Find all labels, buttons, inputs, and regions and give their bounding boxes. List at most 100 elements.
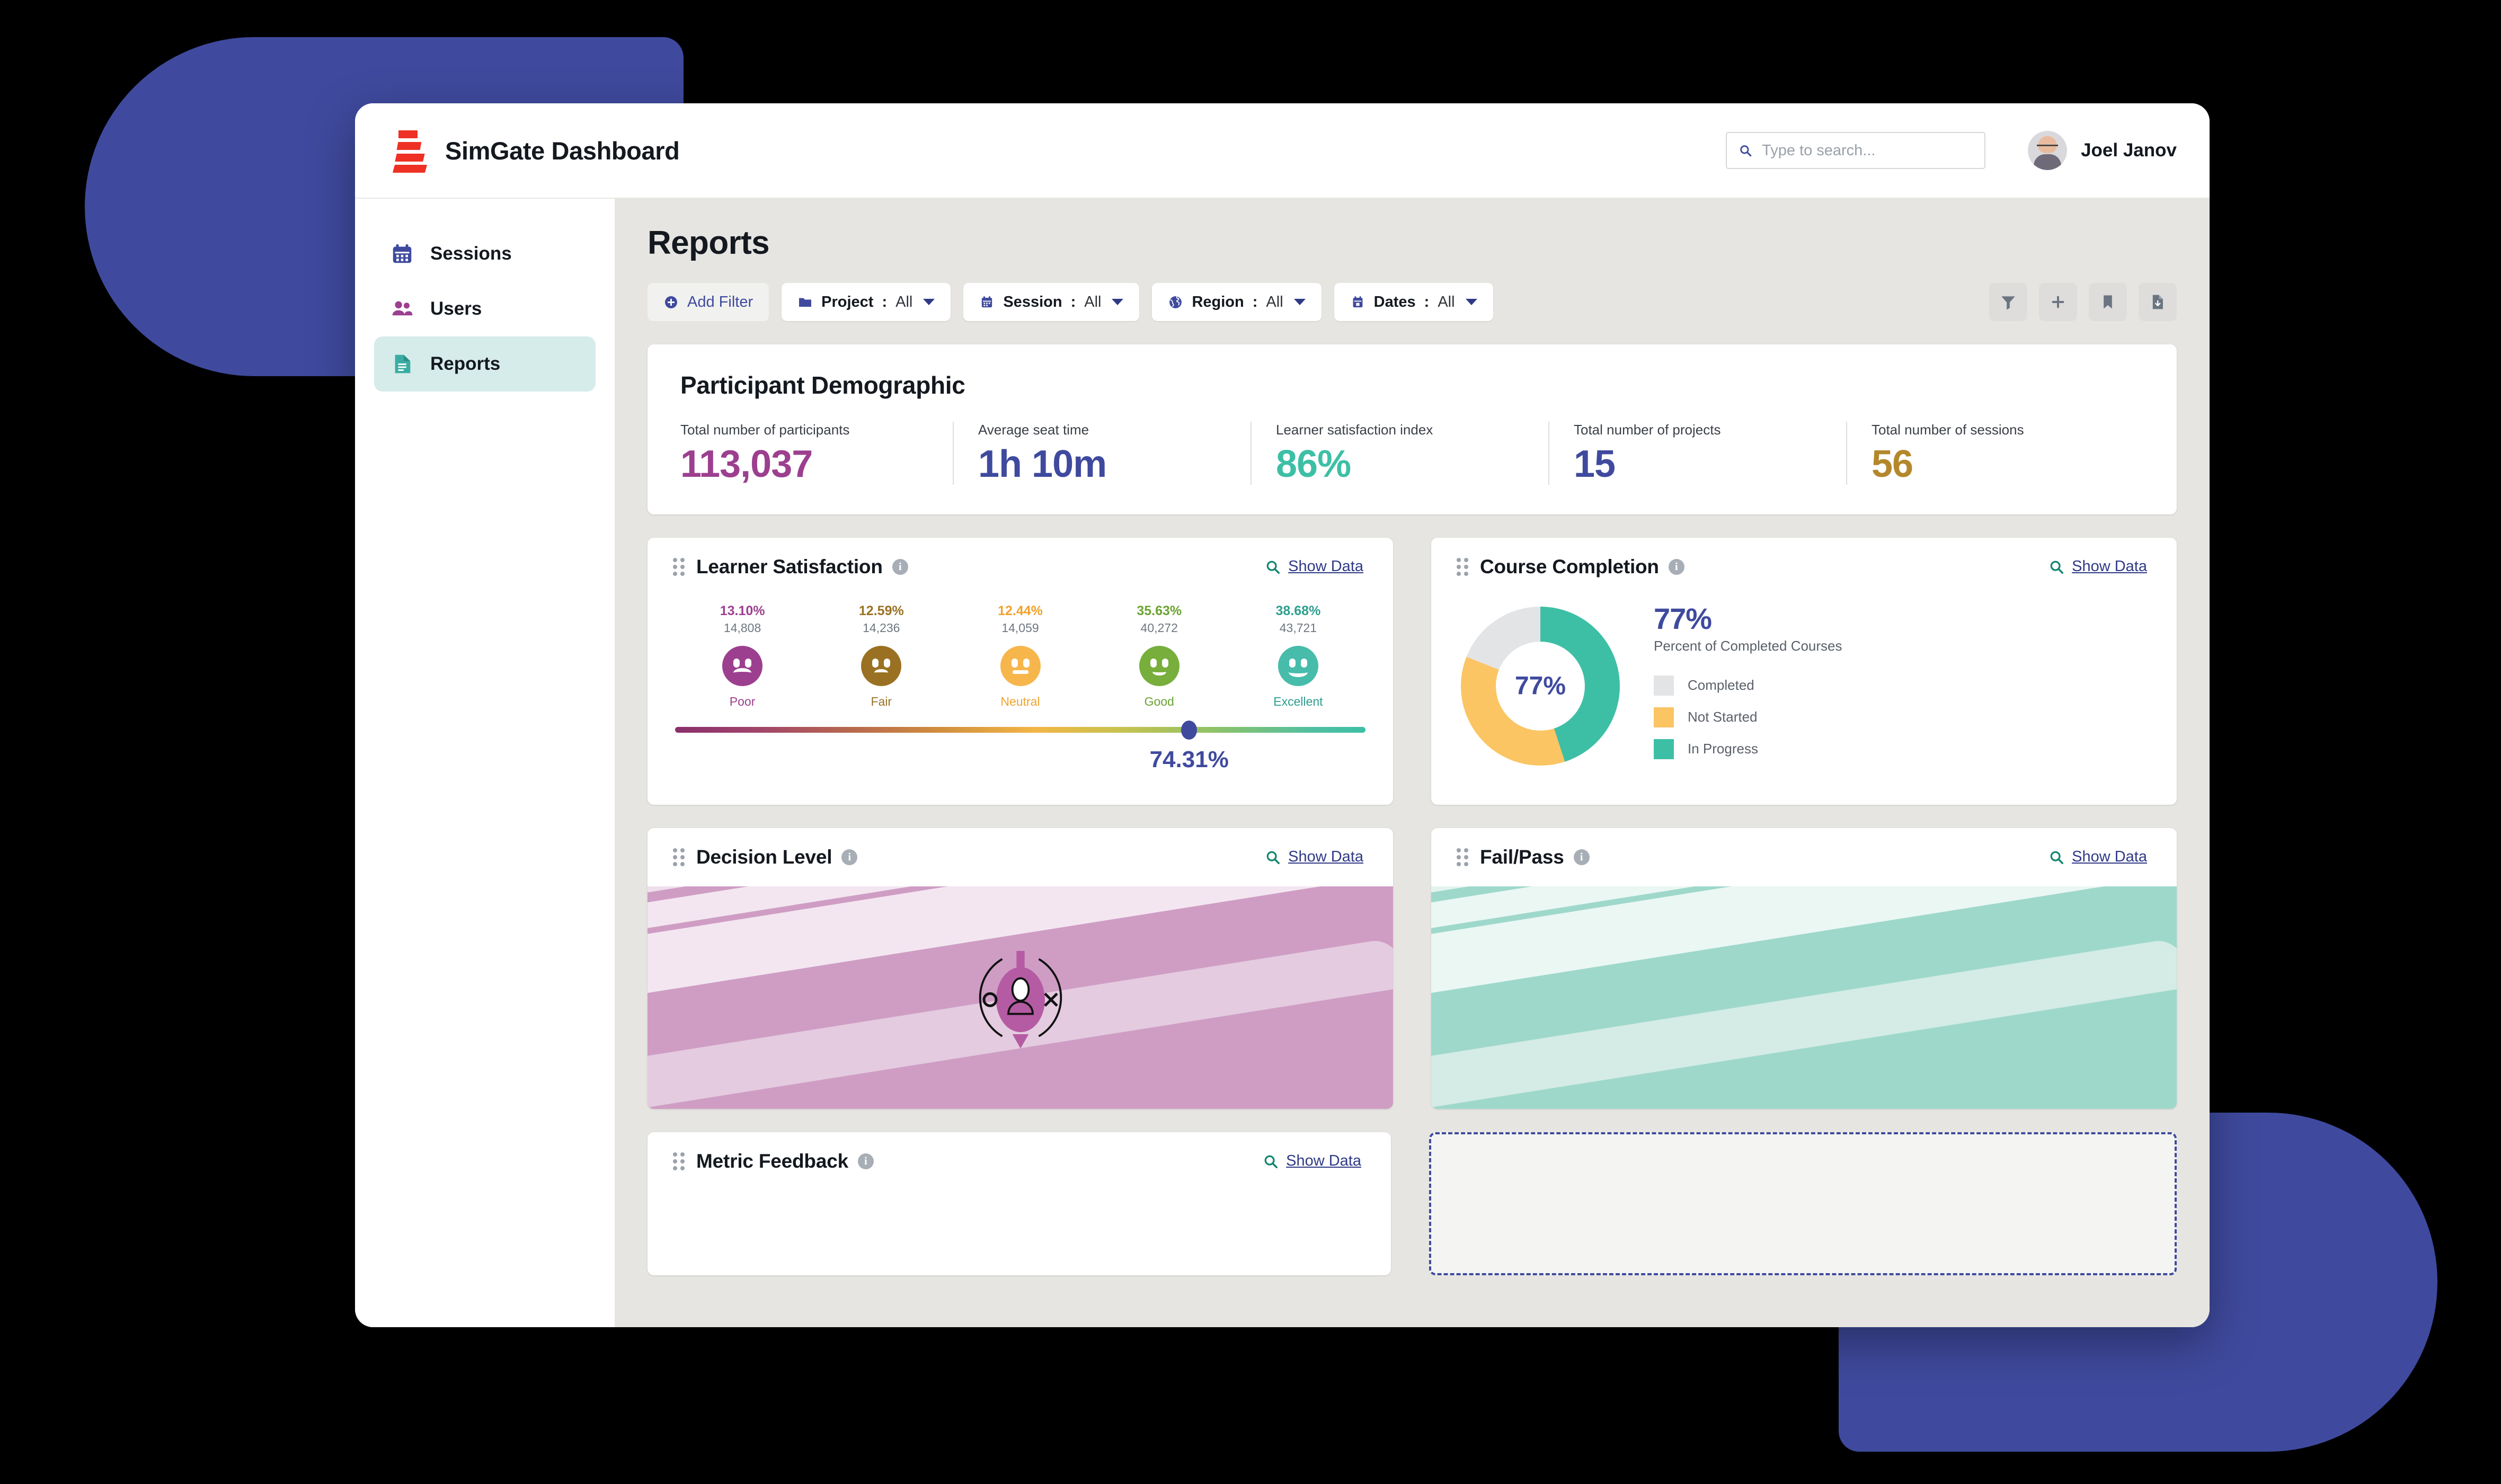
kpi-label: Total number of sessions: [1872, 422, 2024, 438]
export-toolbar-button[interactable]: [2139, 283, 2177, 321]
search-icon: [2050, 851, 2064, 864]
gauge-thumb[interactable]: [1181, 720, 1198, 740]
funnel-filter-icon: [2001, 296, 2015, 310]
filter-chip-session[interactable]: Session: All: [963, 283, 1140, 321]
filter-chip-name: Project: [821, 293, 874, 310]
drag-handle-icon[interactable]: [673, 848, 685, 866]
info-icon[interactable]: i: [1668, 558, 1684, 575]
calendar-icon: [393, 244, 412, 263]
brand[interactable]: SimGate Dashboard: [391, 129, 680, 173]
kpi-label: Total number of projects: [1574, 422, 1721, 438]
info-icon[interactable]: i: [841, 849, 858, 865]
top-bar-right: Type to search... Joel Janov: [1726, 131, 2177, 170]
filter-toolbar-button[interactable]: [1989, 283, 2027, 321]
add-toolbar-button[interactable]: [2039, 283, 2077, 321]
learner-satisfaction-body: 13.10% 14,808 Poor 12.59% 14,236 Fair 12…: [648, 596, 1393, 805]
gauge-track: [675, 726, 1365, 733]
fail-pass-illustration: [1431, 886, 2177, 1109]
user-name: Joel Janov: [2081, 140, 2177, 161]
face-percent: 12.59%: [858, 603, 904, 618]
chevron-down-icon: [923, 299, 935, 305]
widget-row-2: Decision Level i Show Data Fail/Pass i S…: [648, 828, 2177, 1109]
kpi-value: 56: [1872, 443, 1913, 485]
bookmark-toolbar-button[interactable]: [2089, 283, 2127, 321]
drag-handle-icon[interactable]: [673, 557, 685, 576]
filter-bar: Add Filter Project: All Session: All Re…: [648, 283, 2177, 321]
plus-icon: [2052, 296, 2064, 308]
satisfaction-neutral: 12.44% 14,059 Neutral: [951, 603, 1089, 709]
card-header: Metric Feedback i Show Data: [648, 1132, 1391, 1190]
main-content: Reports Add Filter Project: All Session…: [615, 199, 2210, 1327]
sidebar-item-label: Sessions: [430, 243, 512, 264]
filter-chip-region[interactable]: Region: All: [1152, 283, 1322, 321]
drag-handle-icon[interactable]: [673, 1152, 685, 1170]
show-data-link[interactable]: Show Data: [2048, 558, 2147, 575]
show-data-link[interactable]: Show Data: [1263, 1152, 1361, 1170]
participant-demographic-card: Participant Demographic Total number of …: [648, 344, 2177, 514]
completion-subtitle: Percent of Completed Courses: [1654, 637, 1842, 654]
app-window: SimGate Dashboard Type to search... Joel…: [355, 103, 2210, 1327]
kpi-value: 113,037: [680, 443, 813, 485]
course-completion-legend-block: 77% Percent of Completed Courses Complet…: [1654, 601, 2147, 771]
search-icon: [1740, 145, 1752, 157]
show-data-link[interactable]: Show Data: [1265, 558, 1363, 575]
bookmark-icon: [2104, 295, 2112, 309]
sidebar-item-sessions[interactable]: Sessions: [374, 226, 596, 281]
legend-swatch: [1654, 707, 1674, 727]
screenshot-root: SimGate Dashboard Type to search... Joel…: [0, 0, 2501, 1484]
sidebar-item-label: Users: [430, 298, 482, 319]
show-data-link[interactable]: Show Data: [1265, 848, 1363, 866]
user-menu[interactable]: Joel Janov: [2028, 131, 2177, 170]
satisfaction-gauge[interactable]: [673, 720, 1368, 740]
person-target-icon: [979, 950, 1062, 1048]
sidebar-item-reports[interactable]: Reports: [374, 336, 596, 392]
empty-widget-dropzone[interactable]: [1429, 1132, 2177, 1275]
add-filter-button[interactable]: Add Filter: [648, 283, 769, 321]
gauge-value: 74.31%: [1149, 746, 1229, 772]
donut-center-label: 77%: [1514, 672, 1566, 700]
card-header: Learner Satisfaction i Show Data: [648, 538, 1393, 596]
face-count: 14,808: [723, 620, 761, 635]
participant-demographic-title: Participant Demographic: [680, 371, 965, 399]
kpi-value: 86%: [1276, 443, 1351, 485]
legend-label: In Progress: [1688, 741, 1758, 757]
plus-circle-icon: [665, 296, 677, 308]
info-icon[interactable]: i: [857, 1153, 874, 1169]
info-icon[interactable]: i: [892, 558, 908, 575]
drag-handle-icon[interactable]: [1457, 848, 1468, 866]
fail-pass-card: Fail/Pass i Show Data: [1431, 828, 2177, 1109]
grin-face-icon: [1278, 645, 1318, 686]
face-label: Fair: [871, 694, 892, 708]
widget-row-1: Learner Satisfaction i Show Data 13.10% …: [648, 537, 2177, 805]
legend-item-not-started: Not Started: [1654, 707, 2147, 727]
face-label: Excellent: [1273, 694, 1323, 708]
filter-chip-dates[interactable]: Dates: All: [1334, 283, 1493, 321]
legend-item-completed: Completed: [1654, 675, 2147, 696]
satisfaction-good: 35.63% 40,272 Good: [1090, 603, 1229, 709]
smile-face-icon: [1139, 645, 1179, 686]
show-data-link[interactable]: Show Data: [2048, 848, 2147, 866]
info-icon[interactable]: i: [1573, 849, 1590, 865]
chevron-down-icon: [1293, 299, 1306, 305]
decision-level-card: Decision Level i Show Data: [648, 828, 1393, 1109]
page-title: Reports: [648, 225, 770, 261]
search-icon: [1266, 561, 1280, 574]
sidebar: Sessions Users Reports: [355, 199, 615, 1327]
card-header: Decision Level i Show Data: [648, 828, 1393, 886]
legend-label: Completed: [1688, 677, 1754, 694]
show-data-label: Show Data: [1288, 848, 1363, 866]
filter-chip-name: Dates: [1373, 293, 1416, 310]
sidebar-item-users[interactable]: Users: [374, 281, 596, 336]
file-download-icon: [2152, 295, 2163, 309]
kpi-label: Total number of participants: [680, 422, 850, 438]
legend-swatch: [1654, 739, 1674, 759]
face-percent: 12.44%: [998, 603, 1043, 618]
kpi-learner-satisfaction-index: Learner satisfaction index 86%: [1252, 422, 1549, 485]
kpi-value: 15: [1574, 443, 1616, 485]
face-percent: 35.63%: [1137, 603, 1182, 618]
drag-handle-icon[interactable]: [1457, 557, 1468, 576]
filter-chip-project[interactable]: Project: All: [782, 283, 951, 321]
search-input[interactable]: Type to search...: [1726, 132, 1986, 169]
show-data-label: Show Data: [1286, 1152, 1361, 1170]
filter-chip-value: All: [1084, 293, 1102, 310]
